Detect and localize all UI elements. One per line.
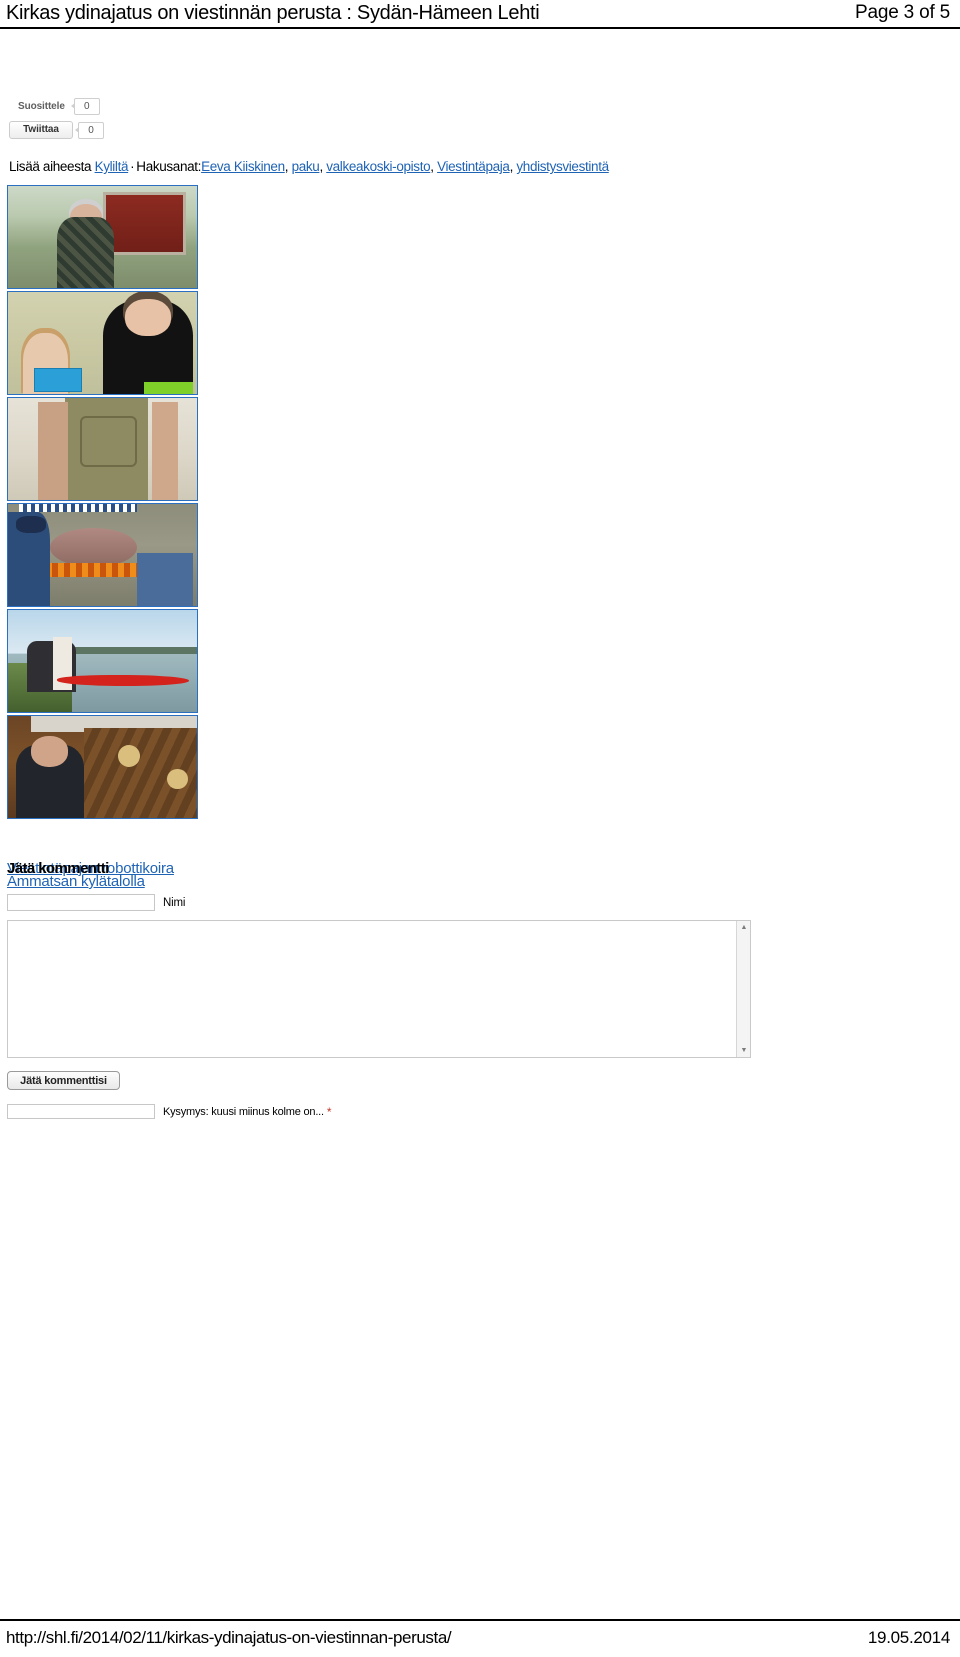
thumbnail-image-1[interactable]	[7, 185, 198, 289]
thumb6-detail-face	[30, 736, 69, 767]
thumbnail-image-5[interactable]	[7, 609, 198, 713]
thumb2-detail-card	[34, 367, 82, 392]
thumb1-detail	[70, 204, 103, 231]
thumbnail-image-3[interactable]	[7, 397, 198, 501]
comment-form-heading: Jätä kommentti	[7, 860, 109, 877]
scroll-down-icon[interactable]: ▼	[737, 1044, 751, 1057]
required-asterisk: *	[326, 1104, 332, 1119]
facebook-recommend-label[interactable]: Suosittele	[18, 98, 69, 115]
scroll-up-icon[interactable]: ▲	[737, 921, 751, 934]
comment-textarea-wrap[interactable]: ▲ ▼	[7, 920, 751, 1058]
tags-line: Lisää aiheesta Kyliltä · Hakusanat:Eeva Ki…	[9, 159, 609, 175]
name-input[interactable]	[7, 894, 155, 911]
page-title: Kirkas ydinajatus on viestinnän perusta …	[6, 1, 540, 24]
keyword-link-4[interactable]: yhdistysviestintä	[516, 159, 609, 174]
twitter-count-bubble: 0	[75, 121, 104, 139]
keywords-label: Hakusanat:	[136, 159, 202, 174]
thumb6-detail-ornament-1	[117, 744, 141, 767]
thumb2-detail-green	[144, 381, 194, 394]
twitter-share-row[interactable]: Twiittaa 0	[9, 121, 309, 139]
captcha-label: Kysymys: kuusi miinus kolme on...	[163, 1105, 324, 1118]
name-field-row: Nimi	[7, 894, 797, 911]
page-indicator: Page 3 of 5	[855, 2, 950, 23]
thumb4-detail-cap	[15, 516, 46, 533]
thumb6-detail-ornament-2	[166, 769, 188, 790]
source-url: http://shl.fi/2014/02/11/kirkas-ydinajat…	[6, 1628, 452, 1647]
footer-divider	[0, 1619, 960, 1621]
submit-comment-button[interactable]: Jätä kommenttisi	[7, 1071, 120, 1090]
social-share-area: Suosittele 0 Twiittaa 0	[9, 98, 309, 139]
print-page-header: Kirkas ydinajatus on viestinnän perusta …	[0, 0, 960, 26]
thumb4-detail-pig	[49, 528, 137, 568]
twitter-tweet-button[interactable]: Twiittaa	[9, 121, 73, 139]
thumb3-detail-arm-left	[38, 402, 69, 500]
comment-form: Nimi ▲ ▼ Jätä kommenttisi Kysymys: kuusi…	[7, 894, 797, 1119]
header-divider	[0, 27, 960, 29]
thumbnail-image-4[interactable]	[7, 503, 198, 607]
keyword-link-1[interactable]: paku	[292, 159, 320, 174]
print-date: 19.05.2014	[867, 1628, 950, 1647]
tag-category-link[interactable]: Kyliltä	[95, 159, 129, 174]
thumb4-detail-fire	[45, 563, 145, 578]
tags-prefix-label: Lisää aiheesta	[9, 159, 92, 174]
thumbnail-image-6[interactable]	[7, 715, 198, 819]
facebook-count-bubble: 0	[70, 98, 100, 115]
comment-textarea-scrollbar[interactable]: ▲ ▼	[736, 921, 750, 1057]
print-page-footer: http://shl.fi/2014/02/11/kirkas-ydinajat…	[0, 1623, 960, 1653]
thumb4-detail-jeans	[136, 552, 194, 606]
thumbnail-image-2[interactable]	[7, 291, 198, 395]
thumb5-detail-shore	[60, 646, 197, 654]
keyword-link-3[interactable]: Viestintäpaja	[437, 159, 510, 174]
thumb4-detail-flags	[19, 504, 137, 513]
name-label: Nimi	[163, 896, 186, 909]
keyword-link-0[interactable]: Eeva Kiiskinen	[201, 159, 285, 174]
captcha-input[interactable]	[7, 1104, 155, 1119]
facebook-recommend-row[interactable]: Suosittele 0	[18, 98, 309, 115]
keyword-link-2[interactable]: valkeakoski-opisto	[326, 159, 430, 174]
captcha-row: Kysymys: kuusi miinus kolme on... *	[7, 1104, 797, 1119]
thumb3-detail-arm-right	[151, 402, 179, 500]
related-thumbnail-column	[7, 185, 200, 821]
thumb2-detail-face	[125, 299, 171, 336]
